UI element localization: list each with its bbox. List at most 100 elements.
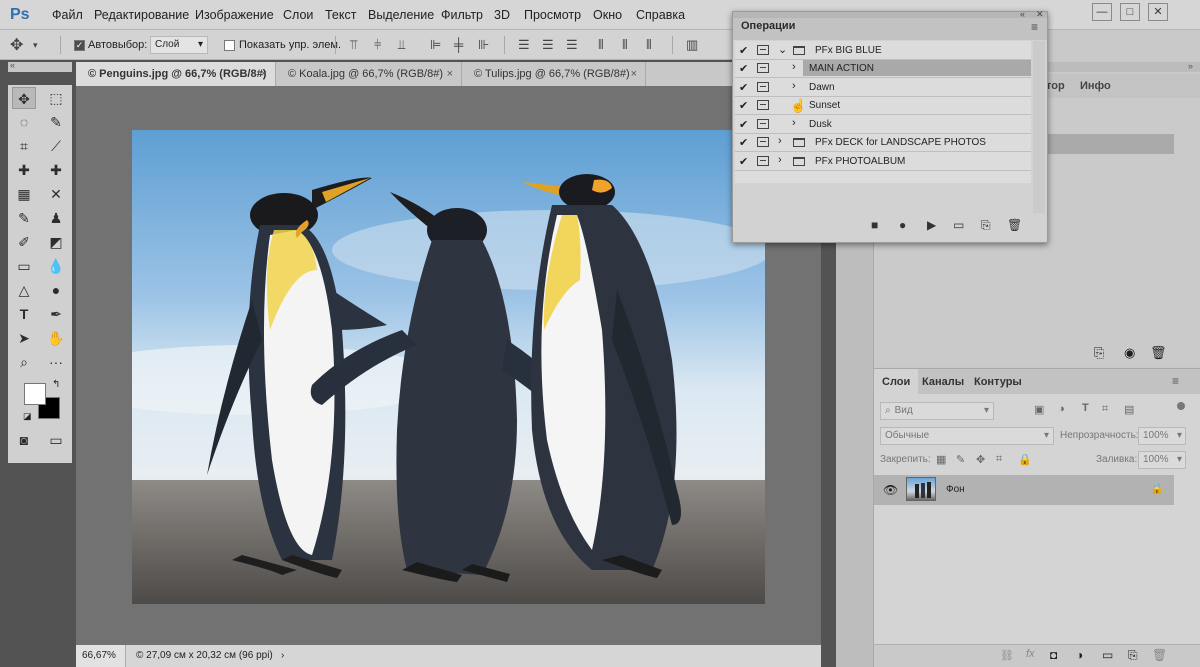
chevron-down-icon[interactable]: ⌄ <box>778 43 787 56</box>
check-icon[interactable]: ✔ <box>739 44 748 57</box>
pen-tool-icon[interactable]: ✒ <box>44 303 68 325</box>
collapse-icon[interactable]: « <box>1020 9 1025 19</box>
move-tool-icon[interactable]: ✥ <box>12 87 36 109</box>
action-set-pfx-photoalbum[interactable]: ✔ › PFx PHOTOALBUM <box>735 153 1031 171</box>
actions-panel-header[interactable]: « ✕ Операции ≡ <box>733 9 1047 40</box>
crop-tool-icon[interactable]: ⌗ <box>12 135 36 157</box>
menu-select[interactable]: Выделение <box>368 0 434 30</box>
close-icon[interactable]: ✕ <box>1036 9 1044 20</box>
blend-mode-dropdown[interactable]: Обычные ▾ <box>880 427 1054 445</box>
align-left-icon[interactable]: ⊫ <box>430 37 441 53</box>
dialog-toggle-icon[interactable] <box>757 100 769 110</box>
play-icon[interactable]: ▶ <box>927 218 936 232</box>
chevron-right-icon[interactable]: › <box>792 117 796 129</box>
screen-mode-icon[interactable]: ▭ <box>44 429 68 451</box>
tab-layers[interactable]: Слои <box>874 369 919 395</box>
menu-type[interactable]: Текст <box>325 0 356 30</box>
dialog-toggle-icon[interactable] <box>757 63 769 73</box>
panel-menu-icon[interactable]: ≡ <box>1031 20 1038 34</box>
adjustment-layer-icon[interactable]: ◑ <box>1076 648 1083 662</box>
kind-filter-dropdown[interactable]: ⌕ Вид ▾ <box>880 402 994 420</box>
show-transform-checkbox[interactable] <box>224 40 235 51</box>
dialog-toggle-icon[interactable] <box>757 156 769 166</box>
action-main-action[interactable]: ✔ › MAIN ACTION <box>735 60 1031 78</box>
stamp-tool-icon[interactable]: ♟ <box>44 207 68 229</box>
quick-mask-icon[interactable]: ◙ <box>12 429 36 451</box>
distribute-left-icon[interactable]: ⦀ <box>598 37 604 53</box>
record-icon[interactable]: ● <box>899 218 906 232</box>
minimize-button[interactable]: — <box>1092 3 1112 21</box>
menu-image[interactable]: Изображение <box>195 0 274 30</box>
distribute-right-icon[interactable]: ⦀ <box>646 37 652 53</box>
panel-grip[interactable] <box>733 12 1047 18</box>
new-action-icon[interactable]: ⎘ <box>981 218 991 233</box>
maximize-button[interactable]: □ <box>1120 3 1140 21</box>
dialog-toggle-icon[interactable] <box>757 137 769 147</box>
new-set-icon[interactable]: ▭ <box>953 218 964 232</box>
new-snapshot-icon[interactable]: ⎘ <box>1094 345 1104 361</box>
direct-select-icon[interactable]: ➤ <box>12 327 36 349</box>
lock-position-icon[interactable]: ✥ <box>976 453 985 466</box>
action-dusk[interactable]: ✔ › Dusk <box>735 116 1031 134</box>
chevron-right-icon[interactable]: › <box>778 135 782 147</box>
action-dawn[interactable]: ✔ › Dawn <box>735 79 1031 97</box>
align-vcenter-icon[interactable]: ⫩ <box>374 37 381 53</box>
auto-align-icon[interactable]: ▥ <box>686 37 698 53</box>
hand-tool-icon[interactable]: ✋ <box>44 327 68 349</box>
fill-field[interactable]: 100% ▾ <box>1138 451 1186 469</box>
check-icon[interactable]: ✔ <box>739 155 748 168</box>
filter-pixel-icon[interactable]: ▣ <box>1034 403 1044 416</box>
dialog-toggle-icon[interactable] <box>757 45 769 55</box>
stop-icon[interactable]: ■ <box>871 218 878 232</box>
panel-menu-icon[interactable]: ≡ <box>1172 374 1179 388</box>
tab-navigator[interactable]: тор <box>1046 74 1074 98</box>
close-icon[interactable]: × <box>447 62 453 86</box>
filter-type-icon[interactable]: T <box>1082 402 1089 414</box>
action-set-pfx-deck[interactable]: ✔ › PFx DECK for LANDSCAPE PHOTOS <box>735 134 1031 152</box>
actions-title[interactable]: Операции <box>741 20 795 32</box>
camera-icon[interactable]: ◉ <box>1124 345 1135 361</box>
distribute-bottom-icon[interactable]: ☰ <box>566 37 578 53</box>
menu-view[interactable]: Просмотр <box>524 0 581 30</box>
toolbar-header[interactable]: « <box>8 60 72 72</box>
filter-adjust-icon[interactable]: ◑ <box>1058 403 1065 415</box>
check-icon[interactable]: ✔ <box>739 81 748 94</box>
move-tool-icon[interactable]: ✥ <box>10 35 23 55</box>
tab-tulips[interactable]: © Tulips.jpg @ 66,7% (RGB/8#) × <box>462 62 646 86</box>
navigator-selection[interactable] <box>1047 134 1174 154</box>
chevron-right-icon[interactable]: › <box>792 61 796 73</box>
check-icon[interactable]: ✔ <box>739 118 748 131</box>
eye-icon[interactable]: 👁 <box>883 483 898 497</box>
dialog-toggle-icon[interactable] <box>757 119 769 129</box>
new-group-icon[interactable]: ▭ <box>1102 648 1113 662</box>
action-sunset[interactable]: ✔ ☝ Sunset <box>735 97 1031 115</box>
content-aware-move-icon[interactable]: ✕ <box>44 183 68 205</box>
tab-paths[interactable]: Контуры <box>966 369 1030 395</box>
patch-tool-icon[interactable]: ✚ <box>44 159 68 181</box>
menu-file[interactable]: Файл <box>52 0 83 30</box>
add-mask-icon[interactable]: ◘ <box>1050 648 1057 662</box>
tab-info[interactable]: Инфо <box>1080 74 1124 98</box>
document-info[interactable]: © 27,09 см x 20,32 см (96 ppi) <box>136 645 273 667</box>
check-icon[interactable]: ✔ <box>739 99 748 112</box>
trash-icon[interactable]: 🗑 <box>1007 218 1022 232</box>
quick-select-tool-icon[interactable]: ✎ <box>44 111 68 133</box>
menu-filter[interactable]: Фильтр <box>441 0 483 30</box>
menu-3d[interactable]: 3D <box>494 0 510 30</box>
check-icon[interactable]: ✔ <box>739 62 748 75</box>
penguins-image[interactable] <box>132 130 765 604</box>
trash-icon[interactable]: 🗑 <box>1150 345 1167 361</box>
swap-colors-icon[interactable]: ↰ <box>52 379 60 390</box>
more-tools-icon[interactable]: ··· <box>44 351 68 373</box>
layer-row[interactable]: 👁 Фон 🔒 <box>874 475 1174 505</box>
filter-toggle[interactable] <box>1177 402 1185 410</box>
opacity-field[interactable]: 100% ▾ <box>1138 427 1186 445</box>
filter-smart-icon[interactable]: ▤ <box>1124 403 1134 416</box>
path-select-icon[interactable]: △ <box>12 279 36 301</box>
tab-koala[interactable]: © Koala.jpg @ 66,7% (RGB/8#) × <box>276 62 462 86</box>
action-set-pfx-big-blue[interactable]: ✔ ⌄ PFx BIG BLUE <box>735 42 1031 60</box>
history-brush-icon[interactable]: ✐ <box>12 231 36 253</box>
align-hcenter-icon[interactable]: ╪ <box>454 37 463 52</box>
lasso-tool-icon[interactable]: ◌ <box>12 111 36 133</box>
chevron-right-icon[interactable]: › <box>281 645 284 667</box>
